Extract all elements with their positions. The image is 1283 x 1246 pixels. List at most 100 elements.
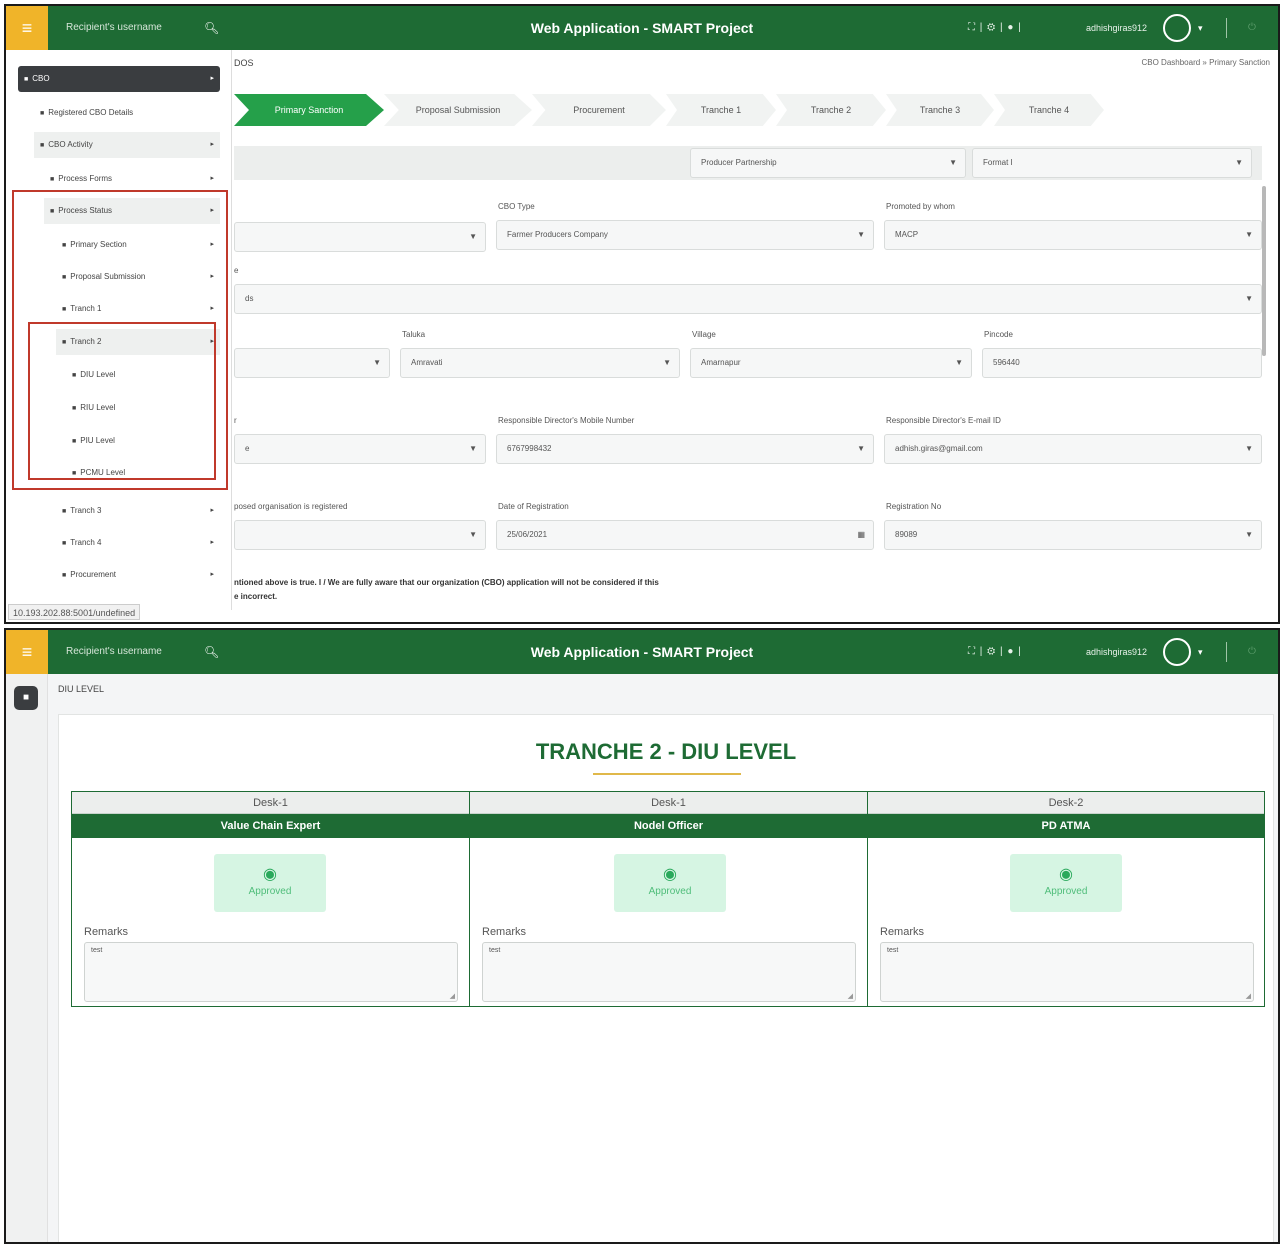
sidebar-item-registered-cbo[interactable]: ■ Registered CBO Details bbox=[34, 100, 220, 126]
sidebar-item-label: Primary Section bbox=[70, 240, 127, 249]
sidebar-item-cbo-activity[interactable]: ■ CBO Activity ▸ bbox=[34, 132, 220, 158]
settings-icon[interactable]: ⚙ bbox=[987, 22, 996, 33]
resize-handle-icon[interactable]: ◢ bbox=[1246, 992, 1251, 1000]
step-tranche-2[interactable]: Tranche 2 bbox=[776, 94, 886, 126]
chevron-icon: ▸ bbox=[210, 75, 214, 82]
registered-select[interactable]: ▼ bbox=[234, 520, 486, 550]
district-select[interactable]: ▼ bbox=[234, 348, 390, 378]
chevron-down-icon[interactable]: ▾ bbox=[1198, 6, 1203, 50]
grid-icon[interactable]: ■ bbox=[14, 686, 38, 710]
sidebar-item-procurement[interactable]: ■ Procurement ▸ bbox=[56, 562, 220, 588]
director-value: e bbox=[245, 444, 250, 453]
scheme-select[interactable]: Producer Partnership ▼ bbox=[690, 148, 966, 178]
sidebar-item-piu-level[interactable]: ■ PIU Level bbox=[66, 428, 216, 454]
pincode-field[interactable]: 596440 bbox=[982, 348, 1262, 378]
declaration-text-2: e incorrect. bbox=[234, 592, 278, 601]
sidebar-item-tranch-1[interactable]: ■ Tranch 1 ▸ bbox=[56, 296, 220, 322]
grid-icon: ■ bbox=[40, 110, 45, 117]
breadcrumb[interactable]: CBO Dashboard » Primary Sanction bbox=[1142, 58, 1271, 67]
settings-icon[interactable]: ⚙ bbox=[987, 646, 996, 657]
chevron-down-icon: ▼ bbox=[469, 444, 477, 453]
chevron-down-icon: ▼ bbox=[1245, 444, 1253, 453]
diu-level-card: TRANCHE 2 - DIU LEVEL Desk-1 Value Chain… bbox=[58, 714, 1274, 1242]
avatar[interactable] bbox=[1163, 638, 1191, 666]
step-tranche-3[interactable]: Tranche 3 bbox=[886, 94, 994, 126]
resize-handle-icon[interactable]: ◢ bbox=[848, 992, 853, 1000]
grid-icon: ■ bbox=[62, 242, 67, 249]
chevron-down-icon[interactable]: ▾ bbox=[1198, 630, 1203, 674]
sidebar-item-riu-level[interactable]: ■ RIU Level bbox=[66, 395, 216, 421]
registration-date-label: Date of Registration bbox=[498, 502, 569, 511]
sidebar-item-proposal-submission[interactable]: ■ Proposal Submission ▸ bbox=[56, 264, 220, 290]
chevron-down-icon: ▼ bbox=[1235, 158, 1243, 167]
step-proposal-submission[interactable]: Proposal Submission bbox=[384, 94, 532, 126]
registration-date-field[interactable]: 25/06/2021 ▦ bbox=[496, 520, 874, 550]
sidebar-item-label: DIU Level bbox=[80, 370, 116, 379]
sidebar-item-label: PCMU Level bbox=[80, 468, 126, 477]
calendar-icon[interactable]: ▦ bbox=[857, 521, 865, 549]
remarks-textarea[interactable]: test ◢ bbox=[482, 942, 856, 1002]
remarks-value: test bbox=[887, 947, 899, 954]
desk-column: Desk-1 Nodel Officer ◉ Approved Remarks … bbox=[470, 792, 868, 1006]
grid-icon: ■ bbox=[62, 572, 67, 579]
cbo-name-select[interactable]: ▼ bbox=[234, 222, 486, 252]
sidebar-item-tranch-2[interactable]: ■ Tranch 2 ▸ bbox=[56, 329, 220, 355]
scrollbar[interactable] bbox=[1262, 186, 1266, 356]
registered-label: posed organisation is registered bbox=[234, 502, 348, 511]
desk-table: Desk-1 Value Chain Expert ◉ Approved Rem… bbox=[71, 791, 1265, 1007]
grid-icon: ■ bbox=[72, 438, 77, 445]
chevron-icon: ▸ bbox=[210, 207, 214, 214]
sidebar-item-pcmu-level[interactable]: ■ PCMU Level bbox=[66, 460, 216, 486]
sidebar-item-primary-section[interactable]: ■ Primary Section ▸ bbox=[56, 232, 220, 258]
section-heading: TRANCHE 2 - DIU LEVEL bbox=[535, 739, 797, 764]
step-tranche-1[interactable]: Tranche 1 bbox=[666, 94, 776, 126]
status-url: 10.193.202.88:5001/undefined bbox=[8, 604, 141, 620]
sidebar-item-label: Process Forms bbox=[58, 174, 113, 183]
row2-select[interactable]: ds ▼ bbox=[234, 284, 1262, 314]
power-icon[interactable]: ⏻ bbox=[1248, 6, 1256, 50]
username-label[interactable]: adhishgiras912 bbox=[1086, 630, 1147, 674]
notification-icon[interactable]: ● bbox=[1007, 22, 1014, 33]
resize-handle-icon[interactable]: ◢ bbox=[450, 992, 455, 1000]
director-select[interactable]: e ▼ bbox=[234, 434, 486, 464]
grid-icon: ■ bbox=[62, 274, 67, 281]
registration-no-field[interactable]: 89089 ▼ bbox=[884, 520, 1262, 550]
mobile-field[interactable]: 6767998432 ▼ bbox=[496, 434, 874, 464]
chevron-icon: ▸ bbox=[210, 507, 214, 514]
remarks-textarea[interactable]: test ◢ bbox=[880, 942, 1254, 1002]
sidebar-item-tranch-4[interactable]: ■ Tranch 4 ▸ bbox=[56, 530, 220, 556]
filter-bar: Producer Partnership ▼ Format I ▼ bbox=[234, 146, 1262, 180]
fullscreen-icon[interactable]: ⛶ bbox=[968, 22, 976, 33]
username-label[interactable]: adhishgiras912 bbox=[1086, 6, 1147, 50]
chevron-down-icon: ▼ bbox=[955, 358, 963, 367]
status-label: Approved bbox=[648, 886, 692, 897]
cbo-type-select[interactable]: Farmer Producers Company ▼ bbox=[496, 220, 874, 250]
village-label: Village bbox=[692, 330, 716, 339]
step-tranche-4[interactable]: Tranche 4 bbox=[994, 94, 1104, 126]
email-field[interactable]: adhish.giras@gmail.com ▼ bbox=[884, 434, 1262, 464]
step-primary-sanction[interactable]: Primary Sanction bbox=[234, 94, 384, 126]
sidebar-item-process-forms[interactable]: ■ Process Forms ▸ bbox=[44, 166, 220, 192]
pincode-value: 596440 bbox=[993, 358, 1020, 367]
grid-icon: ■ bbox=[72, 372, 77, 379]
desk-column: Desk-2 PD ATMA ◉ Approved Remarks test ◢ bbox=[868, 792, 1264, 1006]
fullscreen-icon[interactable]: ⛶ bbox=[968, 646, 976, 657]
chevron-down-icon: ▼ bbox=[949, 158, 957, 167]
taluka-select[interactable]: Amravati ▼ bbox=[400, 348, 680, 378]
sidebar-item-diu-level[interactable]: ■ DIU Level bbox=[66, 362, 216, 388]
format-select[interactable]: Format I ▼ bbox=[972, 148, 1252, 178]
step-procurement[interactable]: Procurement bbox=[532, 94, 666, 126]
notification-icon[interactable]: ● bbox=[1007, 646, 1014, 657]
sidebar-item-label: Process Status bbox=[58, 206, 113, 215]
format-select-value: Format I bbox=[983, 158, 1013, 167]
avatar[interactable] bbox=[1163, 14, 1191, 42]
progress-steps: Primary Sanction Proposal Submission Pro… bbox=[234, 94, 1114, 126]
power-icon[interactable]: ⏻ bbox=[1248, 630, 1256, 674]
promoted-by-select[interactable]: MACP ▼ bbox=[884, 220, 1262, 250]
chevron-icon: ▸ bbox=[210, 571, 214, 578]
village-select[interactable]: Amarnapur ▼ bbox=[690, 348, 972, 378]
sidebar-item-cbo[interactable]: ■ CBO ▸ bbox=[18, 66, 220, 92]
sidebar-item-tranch-3[interactable]: ■ Tranch 3 ▸ bbox=[56, 498, 220, 524]
sidebar-item-process-status[interactable]: ■ Process Status ▸ bbox=[44, 198, 220, 224]
remarks-textarea[interactable]: test ◢ bbox=[84, 942, 458, 1002]
